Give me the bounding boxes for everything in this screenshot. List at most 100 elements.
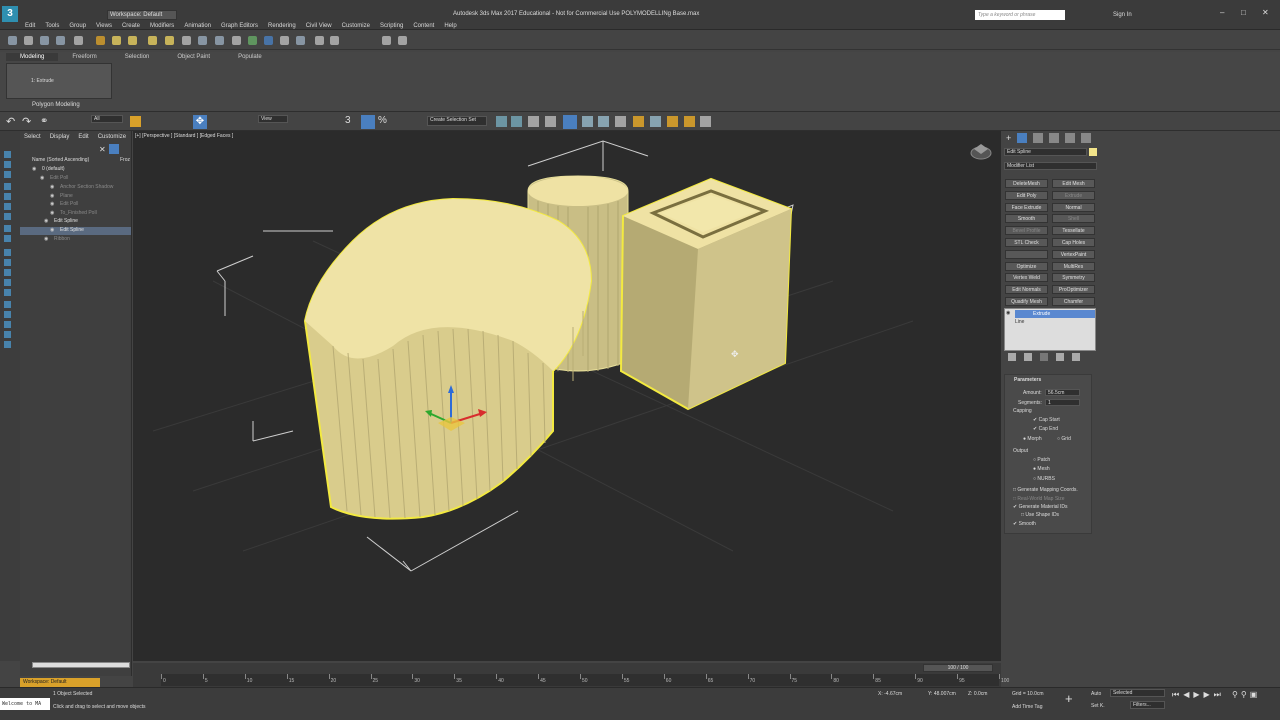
amount-spinner[interactable]: 56.5cm [1045,389,1080,396]
material-editor-icon[interactable] [615,116,626,127]
create-tab-icon[interactable]: + [1006,133,1011,143]
modifier-button-tessellate[interactable]: Tessellate [1052,226,1095,236]
layer-tool-icon[interactable] [4,331,11,338]
schematic-icon[interactable] [598,116,609,127]
main-toolbar-icon[interactable] [248,36,257,45]
scene-row[interactable]: ◉ Edit Spline [20,227,131,235]
explorer-scrollbar[interactable] [32,662,130,668]
main-toolbar-icon[interactable] [182,36,191,45]
object-name-field[interactable]: Edit Spline [1004,148,1087,156]
main-toolbar-icon[interactable] [198,36,207,45]
modifier-button-smooth[interactable]: Smooth [1005,214,1048,224]
explorer-close-icon[interactable]: ✕ [99,145,106,154]
layer-tool-icon[interactable] [4,151,11,158]
zoom-all-icon[interactable]: ⚲ [1241,690,1247,699]
remove-modifier-icon[interactable] [1056,353,1064,361]
scene-explorer-icon[interactable] [545,116,556,127]
scene-row[interactable]: ◉ Edit Spline [20,218,131,226]
main-toolbar-icon[interactable] [112,36,121,45]
scene-row[interactable]: ◉ Ribbon [20,236,131,244]
hierarchy-tab-icon[interactable] [1033,133,1044,143]
main-toolbar-icon[interactable] [56,36,65,45]
next-frame-icon[interactable]: ▶ [1204,690,1210,700]
main-toolbar-icon[interactable] [128,36,137,45]
modifier-button-face-extrude[interactable]: Face Extrude [1005,202,1048,212]
main-toolbar-icon[interactable] [24,36,33,45]
modifier-button-vertexpaint[interactable]: VertexPaint [1052,249,1095,259]
workspace-dropdown[interactable]: Workspace: Default [107,10,177,20]
add-time-tag[interactable]: Add Time Tag [1012,704,1042,710]
link-icon[interactable]: ⚭ [40,116,48,127]
zoom-extents-icon[interactable]: ▣ [1250,690,1258,699]
mirror-icon[interactable] [496,116,507,127]
modifier-button-extrude[interactable]: Extrude [1052,190,1095,200]
menu-edit[interactable]: Edit [20,22,40,31]
layer-tool-icon[interactable] [4,171,11,178]
ribbon-tab-object-paint[interactable]: Object Paint [163,53,224,61]
layer-tool-icon[interactable] [4,183,11,190]
layer-tool-icon[interactable] [4,279,11,286]
eye-icon[interactable]: ◉ [50,201,54,207]
render-iterative-icon[interactable] [684,116,695,127]
modifier-button-stl-check[interactable]: STL Check [1005,238,1048,247]
ribbon-item[interactable]: 1: Extrude [31,78,54,84]
mesh-radio[interactable]: ● Mesh [1033,466,1050,472]
zoom-icon[interactable]: ⚲ [1232,690,1238,699]
scene-row[interactable]: ◉ Anchor Section Shadow [20,184,131,192]
eye-icon[interactable]: ◉ [44,218,48,224]
real-world-checkbox[interactable]: □ Real-World Map Size [1013,496,1065,502]
ribbon-tab-modeling[interactable]: Modeling [6,53,59,61]
previous-frame-icon[interactable]: ◀ [1183,690,1189,700]
maximize-icon[interactable]: □ [1241,8,1246,17]
main-toolbar-icon[interactable] [330,36,339,45]
ribbon-panel-label[interactable]: Polygon Modeling [32,102,80,108]
explorer-header[interactable]: Name (Sorted Ascending) [32,157,89,163]
make-unique-icon[interactable] [1040,353,1048,361]
menu-modifiers[interactable]: Modifiers [145,22,179,31]
modifier-button-cap-holes[interactable]: Cap Holes [1052,238,1095,247]
modifier-list-dropdown[interactable]: Modifier List [1004,162,1097,170]
explorer-tab-display[interactable]: Display [50,134,70,140]
undo-icon[interactable]: ↶ [6,115,15,128]
main-toolbar-icon[interactable] [40,36,49,45]
modifier-button-symmetry[interactable]: Symmetry [1052,273,1095,283]
modify-tab-icon[interactable] [1017,133,1028,143]
menu-create[interactable]: Create [117,22,145,31]
menu-scripting[interactable]: Scripting [375,22,408,31]
curve-editor-icon[interactable] [582,116,593,127]
percent-snap-icon[interactable]: % [378,115,387,126]
named-selection-set[interactable]: Create Selection Set [427,116,487,126]
utilities-tab-icon[interactable] [1081,133,1092,143]
z-coordinate[interactable]: Z: 0.0cm [968,691,987,697]
main-toolbar-icon[interactable] [264,36,273,45]
use-shape-ids-checkbox[interactable]: □ Use Shape IDs [1021,512,1059,518]
menu-civil-view[interactable]: Civil View [301,22,337,31]
key-filters-button[interactable]: Filters... [1130,701,1165,709]
main-toolbar-icon[interactable] [398,36,407,45]
main-toolbar-icon[interactable] [232,36,241,45]
ribbon-tab-selection[interactable]: Selection [111,53,164,61]
modifier-button-edit-normals[interactable]: Edit Normals [1005,285,1048,295]
scene-row[interactable]: ◉ 0 (default) [20,166,131,174]
modifier-button-optimize[interactable]: Optimize [1005,261,1048,271]
grid-radio[interactable]: ○ Grid [1057,436,1071,442]
layer-explorer-icon[interactable] [528,116,539,127]
scene-row[interactable]: ◉ Edit Poll [20,175,131,183]
explorer-filter-icon[interactable] [109,144,119,154]
layer-tool-icon[interactable] [4,225,11,232]
selection-filter[interactable]: All [91,115,123,123]
layer-tool-icon[interactable] [4,249,11,256]
select-move-icon[interactable]: ✥ [193,115,207,129]
menu-views[interactable]: Views [91,22,117,31]
layer-tool-icon[interactable] [4,269,11,276]
modifier-button-quadify-mesh[interactable]: Quadify Mesh [1005,297,1048,306]
render-setup-icon[interactable] [633,116,644,127]
scene-row[interactable]: ◉ Edit Poll [20,201,131,209]
play-icon[interactable]: ▶ [1193,690,1199,700]
cap-end-checkbox[interactable]: ✔ Cap End [1033,426,1058,432]
object-color-swatch[interactable] [1089,148,1097,156]
segments-spinner[interactable]: 1 [1045,399,1080,406]
layer-tool-icon[interactable] [4,161,11,168]
app-logo[interactable]: 3 [2,6,18,22]
auto-key-button[interactable]: Auto [1091,691,1101,697]
